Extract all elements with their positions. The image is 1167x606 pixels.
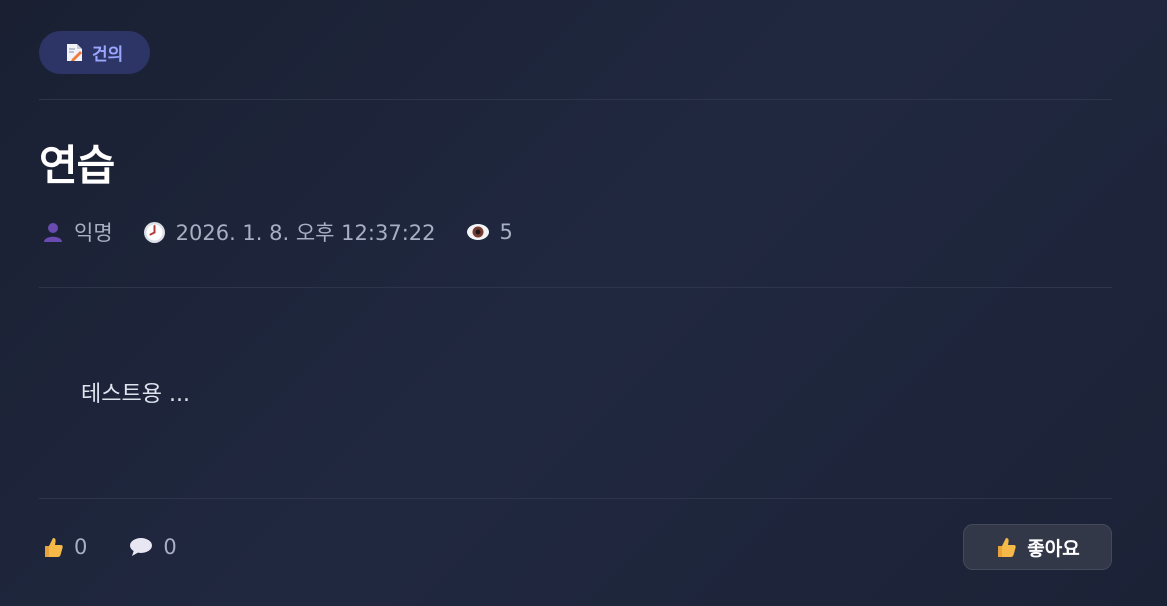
footer-divider [39,498,1112,499]
post-card: 건의 연습 익명 2026. 1. 8. 오후 12:37:22 5 테스트용 … [0,0,1167,606]
post-timestamp: 2026. 1. 8. 오후 12:37:22 [175,221,436,245]
timestamp-info: 2026. 1. 8. 오후 12:37:22 [143,217,436,247]
view-count: 5 [499,220,513,244]
category-label: 건의 [92,45,124,65]
comment-count: 0 [163,535,177,559]
author-name: 익명 [74,221,113,245]
like-button-label: 좋아요 [1027,537,1080,560]
post-stats: 0 0 [42,533,219,561]
post-meta: 익명 2026. 1. 8. 오후 12:37:22 5 [42,218,513,246]
speech-bubble-icon [129,537,153,557]
document-icon [66,43,83,62]
like-button[interactable]: 좋아요 [963,524,1112,570]
meta-divider [39,287,1112,288]
clock-icon [143,221,166,244]
comment-stat: 0 [129,535,177,559]
header-divider [39,99,1112,100]
post-title: 연습 [39,141,115,190]
views-info: 5 [466,220,513,244]
thumbs-up-icon [995,536,1017,558]
author-info: 익명 [42,217,113,247]
eye-icon [466,222,490,242]
like-count: 0 [74,535,88,559]
category-tag[interactable]: 건의 [39,31,151,74]
thumbs-up-icon [42,536,64,558]
user-icon [42,221,64,243]
like-stat: 0 [42,535,87,559]
post-body: 테스트용 ... [81,382,190,407]
